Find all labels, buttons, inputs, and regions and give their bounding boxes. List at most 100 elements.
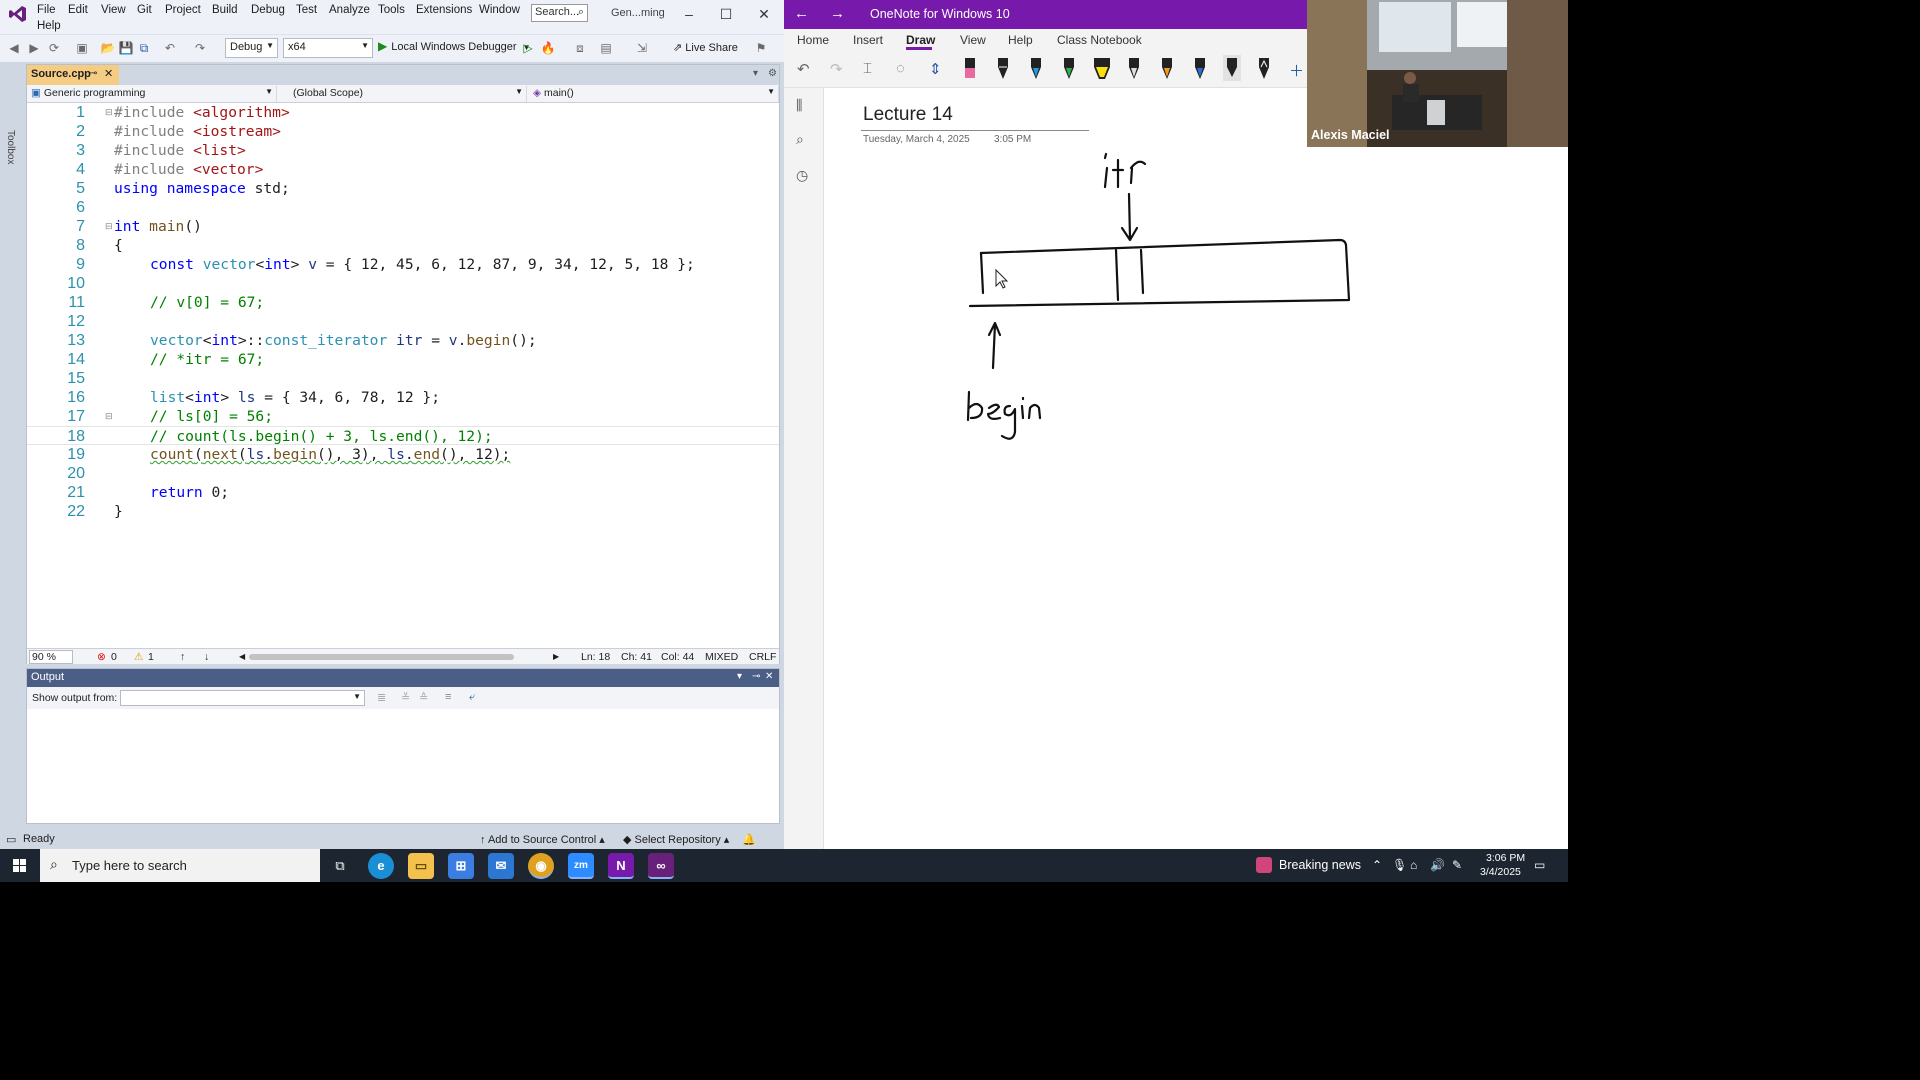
pen-icon[interactable]: ✎ [1452, 858, 1462, 872]
line-ending[interactable]: CRLF [749, 651, 776, 663]
menu-file[interactable]: File [37, 4, 56, 16]
open-file-icon[interactable]: 📂 [100, 40, 116, 56]
forward-arrow-icon[interactable]: → [830, 5, 845, 22]
news-widget[interactable]: Breaking news [1279, 858, 1361, 872]
tab-source-cpp[interactable]: Source.cpp ⊸ ✕ [27, 65, 119, 85]
error-count[interactable]: 0 [111, 651, 117, 663]
menu-view[interactable]: View [101, 4, 126, 16]
arrow-up-icon[interactable]: ↑ [180, 651, 185, 663]
menu-extensions[interactable]: Extensions [416, 4, 472, 16]
clock-date[interactable]: 3/4/2025 [1480, 866, 1521, 878]
search-icon[interactable]: ⌕ [796, 131, 804, 148]
code-area[interactable]: 1 ⊟ #include <algorithm> 2 #include <iostre… [27, 103, 779, 648]
chevron-up-icon[interactable]: ⌃ [1372, 858, 1382, 872]
pencil-icon[interactable] [1256, 55, 1272, 81]
line-indicator[interactable]: Ln: 18 [581, 651, 610, 663]
layout-icon[interactable]: ▤ [598, 40, 614, 56]
redo-icon[interactable]: ↷ [830, 60, 843, 78]
windows-start-icon[interactable] [0, 849, 40, 882]
notification-bell-icon[interactable]: 🔔 [742, 833, 756, 846]
new-project-icon[interactable]: ▣ [74, 40, 90, 56]
tab-insert[interactable]: Insert [853, 33, 883, 47]
source-control-button[interactable]: ↑ Add to Source Control ▴ [480, 833, 605, 846]
tab-class-notebook[interactable]: Class Notebook [1057, 33, 1142, 47]
lasso-select-icon[interactable]: ◌ [896, 60, 905, 77]
hot-reload-icon[interactable]: 🔥 [540, 40, 556, 56]
visual-studio-icon[interactable]: ∞ [648, 853, 674, 879]
store-icon[interactable]: ⊞ [448, 853, 474, 879]
scope-dropdown[interactable]: (Global Scope) ▼ [279, 86, 527, 102]
menu-test[interactable]: Test [296, 4, 317, 16]
recent-icon[interactable]: ◷ [796, 167, 808, 184]
close-icon[interactable]: ✕ [765, 671, 773, 682]
close-button[interactable]: ✕ [749, 4, 779, 24]
close-tab-icon[interactable]: ✕ [104, 67, 113, 80]
undo-icon[interactable]: ↶ [797, 60, 810, 78]
arrow-down-icon[interactable]: ↓ [204, 651, 209, 663]
add-space-icon[interactable]: ⇕ [929, 60, 942, 78]
volume-icon[interactable]: 🔊 [1430, 858, 1445, 872]
fold-icon[interactable]: ⊟ [105, 217, 113, 236]
clock-time[interactable]: 3:06 PM [1486, 852, 1525, 864]
browse-icon[interactable]: ⧈ [572, 40, 588, 56]
menu-analyze[interactable]: Analyze [329, 4, 370, 16]
tab-list-icon[interactable]: ▾ [753, 68, 758, 79]
feedback-icon[interactable]: ⚑ [753, 40, 769, 56]
eraser-icon[interactable] [962, 55, 978, 81]
taskbar-search-box[interactable]: ⌕ Type here to search [40, 849, 320, 882]
save-icon[interactable]: 💾 [118, 40, 134, 56]
menu-tools[interactable]: Tools [378, 4, 405, 16]
tab-view[interactable]: View [960, 33, 986, 47]
project-dropdown[interactable]: ▣ Generic programming ▼ [27, 86, 277, 102]
add-pen-icon[interactable]: ＋ [1289, 60, 1304, 81]
pen-orange-icon[interactable] [1159, 55, 1175, 81]
menu-build[interactable]: Build [212, 4, 238, 16]
refresh-icon[interactable]: ⟳ [46, 40, 62, 56]
notebooks-icon[interactable]: ⫼ [796, 97, 802, 114]
scroll-right-icon[interactable]: ▶ [553, 652, 559, 661]
pen-black-icon[interactable] [995, 55, 1011, 81]
network-icon[interactable]: ⌂ [1410, 858, 1417, 872]
zoom-icon[interactable]: zm [568, 853, 594, 879]
pen-green-icon[interactable] [1061, 55, 1077, 81]
zoom-select[interactable]: 90 % [29, 650, 73, 664]
window-options-icon[interactable]: ▾ [737, 671, 742, 682]
pen-blue2-icon[interactable] [1192, 55, 1208, 81]
back-icon[interactable]: ◀ [6, 40, 22, 56]
toolbox-label[interactable]: Toolbox [5, 130, 16, 164]
chrome-icon[interactable]: ◉ [528, 853, 554, 879]
clear-all-icon[interactable]: ≡ [445, 691, 451, 703]
scroll-left-icon[interactable]: ◀ [239, 652, 245, 661]
whitespace-mode[interactable]: MIXED [705, 651, 738, 663]
char-indicator[interactable]: Ch: 41 [621, 651, 652, 663]
menu-edit[interactable]: Edit [68, 4, 88, 16]
microphone-icon[interactable]: 🎙 [1392, 858, 1407, 872]
back-arrow-icon[interactable]: ← [794, 5, 809, 22]
step-icon[interactable]: ⇲ [634, 40, 650, 56]
fold-icon[interactable]: ⊟ [105, 103, 113, 122]
tab-home[interactable]: Home [797, 33, 829, 47]
pen-blue-icon[interactable] [1028, 55, 1044, 81]
menu-project[interactable]: Project [165, 4, 201, 16]
pin-icon[interactable]: ⊸ [89, 68, 97, 79]
menu-help[interactable]: Help [37, 20, 61, 32]
next-message-icon[interactable]: ≙ [419, 691, 428, 704]
mail-icon[interactable]: ✉ [488, 853, 514, 879]
warning-count[interactable]: 1 [148, 651, 154, 663]
file-explorer-icon[interactable]: ▭ [408, 853, 434, 879]
find-message-icon[interactable]: ≣ [377, 691, 386, 704]
onenote-icon[interactable]: N [608, 853, 634, 879]
live-share-button[interactable]: ⇗ Live Share [673, 41, 738, 54]
vs-search-box[interactable]: Search... ⌕ [531, 4, 588, 22]
menu-window[interactable]: Window [479, 4, 520, 16]
start-debugging-button[interactable]: ▶ Local Windows Debugger ▼ [378, 39, 531, 57]
task-view-icon[interactable]: ⧉ [327, 853, 353, 879]
ink-drawing[interactable] [825, 88, 1568, 849]
fold-icon[interactable]: ⊟ [105, 407, 113, 426]
prev-message-icon[interactable]: ≚ [401, 691, 410, 704]
pen-selected-icon[interactable] [1223, 55, 1241, 81]
menu-git[interactable]: Git [137, 4, 152, 16]
forward-icon[interactable]: ▶ [26, 40, 42, 56]
type-tool-icon[interactable]: ⌶ [863, 60, 872, 77]
tab-draw[interactable]: Draw [906, 33, 935, 47]
